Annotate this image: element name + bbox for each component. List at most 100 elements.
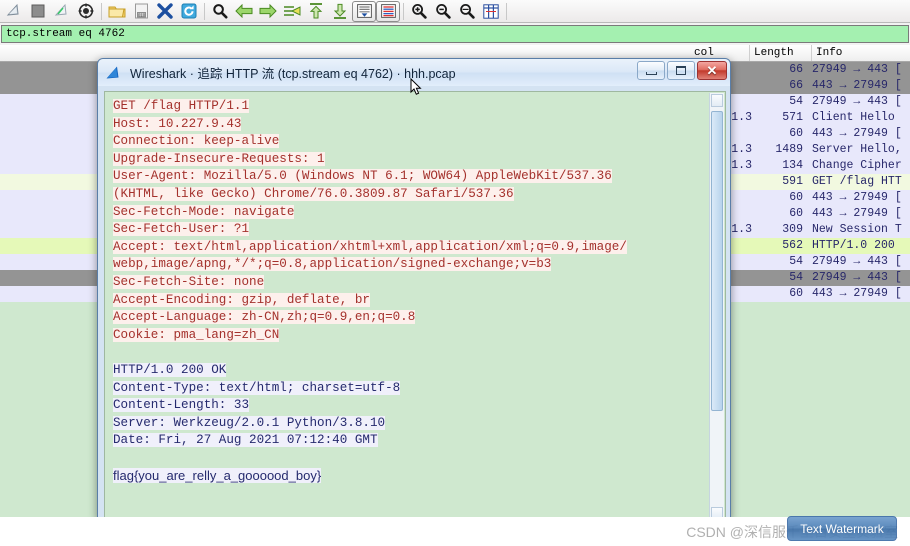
dialog-title: Wireshark · 追踪 HTTP 流 (tcp.stream eq 476… xyxy=(130,67,456,81)
svg-text:010: 010 xyxy=(137,12,145,17)
cell-length: 1489 xyxy=(775,143,803,156)
stream-line: Accept-Language: zh-CN,zh;q=0.9,en;q=0.8 xyxy=(113,310,416,325)
stream-line: Sec-Fetch-Site: none xyxy=(113,274,265,289)
cell-info: 443 → 27949 [ xyxy=(812,79,902,92)
text-watermark-button[interactable]: Text Watermark xyxy=(787,516,897,541)
reload-file-icon[interactable] xyxy=(177,1,201,22)
cell-info: 27949 → 443 [ xyxy=(812,95,902,108)
stream-line: Content-Length: 33 xyxy=(113,398,250,413)
toolbar-separator xyxy=(506,2,507,20)
stream-line: Connection: keep-alive xyxy=(113,134,280,149)
stop-capture-icon[interactable] xyxy=(26,1,50,22)
dialog-vertical-scrollbar[interactable] xyxy=(709,93,724,519)
column-header-length[interactable]: Length xyxy=(750,45,812,61)
stream-line: Upgrade-Insecure-Requests: 1 xyxy=(113,151,325,166)
display-filter-row: tcp.stream eq 4762 xyxy=(0,23,910,45)
watermark-strip: CSDN @深信服千里目安全实验室 xyxy=(0,517,910,546)
go-to-first-packet-icon[interactable] xyxy=(304,1,328,22)
colorize-packets-icon[interactable] xyxy=(376,0,400,22)
column-header-info[interactable]: Info xyxy=(812,45,910,61)
main-toolbar: 010 xyxy=(0,0,910,23)
cell-length: 66 xyxy=(789,79,803,92)
stream-line xyxy=(113,450,701,468)
stream-line: Sec-Fetch-Mode: navigate xyxy=(113,204,295,219)
go-back-icon[interactable] xyxy=(232,1,256,22)
maximize-button[interactable] xyxy=(667,61,695,80)
close-file-icon[interactable] xyxy=(153,1,177,22)
stream-line: webp,image/apng,*/*;q=0.8,application/si… xyxy=(113,257,552,272)
cell-length: 562 xyxy=(782,239,803,252)
cell-length: 54 xyxy=(789,255,803,268)
toolbar-separator xyxy=(403,2,404,20)
cell-info: 443 → 27949 [ xyxy=(812,207,902,220)
scroll-up-arrow[interactable] xyxy=(711,94,723,107)
go-to-packet-icon[interactable] xyxy=(280,1,304,22)
stream-line: Content-Type: text/html; charset=utf-8 xyxy=(113,380,401,395)
close-icon: ✕ xyxy=(706,63,718,78)
stream-line: Host: 10.227.9.43 xyxy=(113,116,242,131)
follow-http-stream-dialog[interactable]: Wireshark · 追踪 HTTP 流 (tcp.stream eq 476… xyxy=(97,58,731,520)
stream-line: Sec-Fetch-User: ?1 xyxy=(113,222,250,237)
cell-info: New Session T xyxy=(812,223,902,236)
minimize-button[interactable] xyxy=(637,61,665,80)
stream-line: User-Agent: Mozilla/5.0 (Windows NT 6.1;… xyxy=(113,169,612,184)
stream-line: HTTP/1.0 200 OK xyxy=(113,362,227,377)
zoom-in-icon[interactable] xyxy=(407,1,431,22)
cell-info: 27949 → 443 [ xyxy=(812,271,902,284)
stream-line: Date: Fri, 27 Aug 2021 07:12:40 GMT xyxy=(113,433,378,448)
cell-info: Change Cipher xyxy=(812,159,902,172)
cell-info: 443 → 27949 [ xyxy=(812,127,902,140)
cell-info: GET /flag HTT xyxy=(812,175,902,188)
cell-length: 66 xyxy=(789,63,803,76)
cell-info: 443 → 27949 [ xyxy=(812,287,902,300)
cell-length: 60 xyxy=(789,207,803,220)
stream-line: (KHTML, like Gecko) Chrome/76.0.3809.87 … xyxy=(113,186,514,201)
go-to-last-packet-icon[interactable] xyxy=(328,1,352,22)
scrollbar-thumb[interactable] xyxy=(711,111,723,411)
open-file-icon[interactable] xyxy=(105,1,129,22)
cell-length: 591 xyxy=(782,175,803,188)
restart-capture-icon[interactable] xyxy=(50,1,74,22)
cell-info: 27949 → 443 [ xyxy=(812,255,902,268)
stream-text-frame[interactable]: GET /flag HTTP/1.1 Host: 10.227.9.43 Conne… xyxy=(104,91,726,519)
close-button[interactable]: ✕ xyxy=(697,61,727,80)
find-packet-icon[interactable] xyxy=(208,1,232,22)
stream-line: Accept-Encoding: gzip, deflate, br xyxy=(113,292,370,307)
cell-length: 60 xyxy=(789,287,803,300)
display-filter-input[interactable]: tcp.stream eq 4762 xyxy=(1,25,909,43)
screenshot-root: 010 tcp.stream eq 4762 col Length Info 6… xyxy=(0,0,910,546)
zoom-out-icon[interactable] xyxy=(431,1,455,22)
cell-length: 54 xyxy=(789,95,803,108)
cell-info: HTTP/1.0 200 xyxy=(812,239,895,252)
dialog-title-bar[interactable]: Wireshark · 追踪 HTTP 流 (tcp.stream eq 476… xyxy=(98,59,730,86)
capture-options-icon[interactable] xyxy=(74,1,98,22)
window-controls: ✕ xyxy=(637,61,727,80)
maximize-icon xyxy=(676,66,686,75)
toolbar-separator xyxy=(101,2,102,20)
cell-length: 60 xyxy=(789,191,803,204)
wireshark-fin-icon xyxy=(105,65,123,81)
cell-length: 54 xyxy=(789,271,803,284)
stream-line: Accept: text/html,application/xhtml+xml,… xyxy=(113,239,627,254)
cell-info: 27949 → 443 [ xyxy=(812,63,902,76)
zoom-reset-icon[interactable] xyxy=(455,1,479,22)
minimize-icon xyxy=(645,71,657,75)
cell-length: 134 xyxy=(782,159,803,172)
dialog-body: GET /flag HTTP/1.1 Host: 10.227.9.43 Conne… xyxy=(98,86,730,519)
cell-info: Server Hello, xyxy=(812,143,902,156)
cell-info: Client Hello xyxy=(812,111,895,124)
start-capture-icon[interactable] xyxy=(2,1,26,22)
stream-line: flag{you_are_relly_a_goooood_boy} xyxy=(113,468,322,484)
cell-info: 443 → 27949 [ xyxy=(812,191,902,204)
toolbar-separator xyxy=(204,2,205,20)
stream-line: Cookie: pma_lang=zh_CN xyxy=(113,327,280,342)
save-file-icon[interactable]: 010 xyxy=(129,1,153,22)
resize-columns-icon[interactable] xyxy=(479,1,503,22)
auto-scroll-icon[interactable] xyxy=(352,0,376,22)
cell-length: 309 xyxy=(782,223,803,236)
cell-length: 571 xyxy=(782,111,803,124)
stream-line xyxy=(113,344,701,362)
go-forward-icon[interactable] xyxy=(256,1,280,22)
stream-content[interactable]: GET /flag HTTP/1.1 Host: 10.227.9.43 Conne… xyxy=(105,92,705,489)
stream-line: Server: Werkzeug/2.0.1 Python/3.8.10 xyxy=(113,415,386,430)
